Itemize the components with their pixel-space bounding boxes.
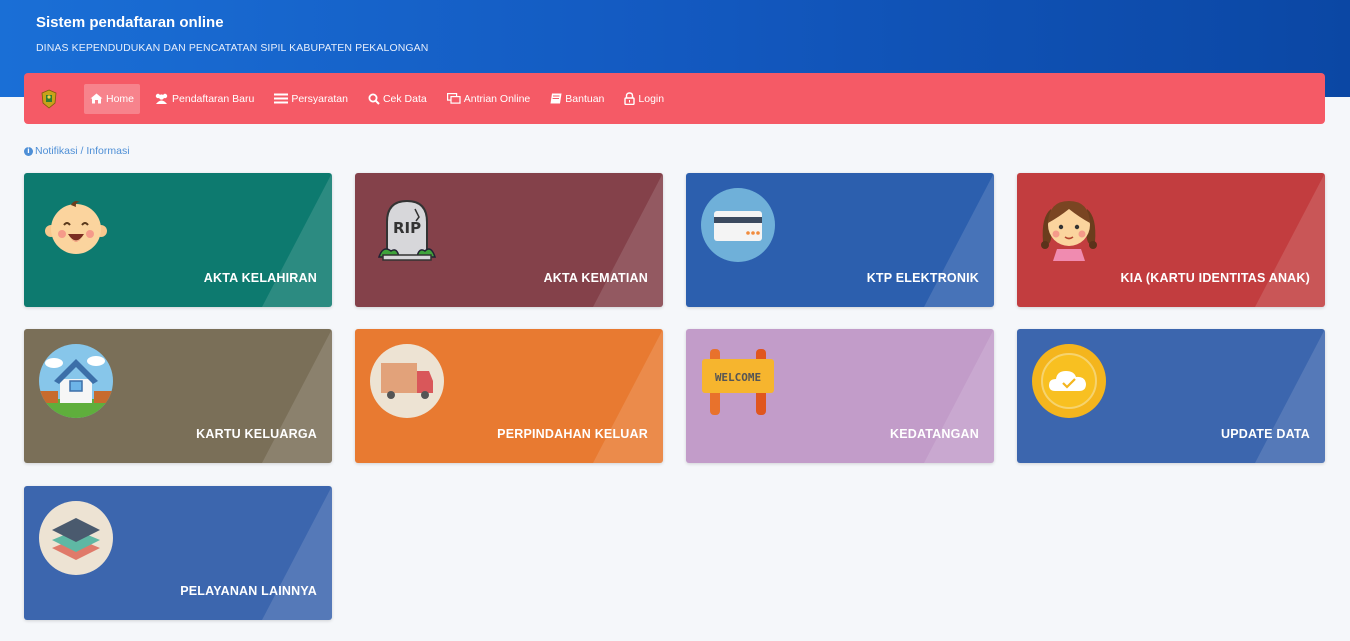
users-icon [155, 93, 168, 104]
info-icon: i [24, 146, 33, 156]
nav-home[interactable]: Home [84, 83, 141, 114]
svg-text:RIP: RIP [393, 219, 421, 237]
nav-persyaratan[interactable]: Persyaratan [268, 84, 354, 114]
logo-icon[interactable] [38, 88, 60, 110]
nav-pendaftaran-baru-label: Pendaftaran Baru [172, 92, 255, 105]
card-label: KTP ELEKTRONIK [866, 271, 979, 285]
nav-antrian-online[interactable]: Antrian Online [441, 84, 537, 114]
card-kartu-keluarga[interactable]: KARTU KELUARGA [24, 329, 332, 463]
book-icon [550, 93, 562, 104]
baby-icon [45, 201, 107, 254]
home-icon [90, 93, 103, 104]
card-label: KARTU KELUARGA [196, 427, 317, 441]
layers-icon [39, 501, 113, 575]
nav-persyaratan-label: Persyaratan [291, 92, 348, 105]
main-navbar: Home Pendaftaran Baru Persyaratan Cek Da… [24, 73, 1325, 124]
card-label: KIA (KARTU IDENTITAS ANAK) [1120, 271, 1310, 285]
card-label: AKTA KELAHIRAN [203, 271, 317, 285]
id-card-icon [701, 188, 775, 262]
nav-antrian-online-label: Antrian Online [463, 92, 531, 105]
tombstone-icon: RIP [377, 199, 437, 261]
card-pelayanan-lainnya[interactable]: PELAYANAN LAINNYA [24, 486, 332, 620]
card-label: PELAYANAN LAINNYA [180, 584, 317, 598]
nav-cek-data[interactable]: Cek Data [362, 84, 433, 114]
welcome-sign-icon: WELCOME [702, 349, 774, 415]
page-title: Sistem pendaftaran online [36, 14, 224, 31]
card-kedatangan[interactable]: WELCOME KEDATANGAN [686, 329, 994, 463]
card-label: KEDATANGAN [889, 427, 979, 441]
nav-home-label: Home [106, 92, 135, 105]
card-ktp-elektronik[interactable]: KTP ELEKTRONIK [686, 173, 994, 307]
nav-login-label: Login [638, 92, 665, 105]
search-icon [368, 93, 380, 105]
page-subtitle: DINAS KEPENDUDUKAN DAN PENCATATAN SIPIL … [36, 42, 429, 54]
notification-info[interactable]: i Notifikasi / Informasi [24, 145, 130, 157]
list-icon [274, 93, 289, 104]
card-akta-kelahiran[interactable]: AKTA KELAHIRAN [24, 173, 332, 307]
truck-icon [370, 344, 444, 418]
nav-login[interactable]: Login [618, 84, 670, 114]
nav-pendaftaran-baru[interactable]: Pendaftaran Baru [148, 84, 260, 114]
card-akta-kematian[interactable]: RIP AKTA KEMATIAN [355, 173, 663, 307]
card-label: AKTA KEMATIAN [543, 271, 648, 285]
card-label: UPDATE DATA [1221, 427, 1310, 441]
lock-icon [624, 92, 636, 105]
house-icon [39, 344, 113, 418]
nav-bantuan-label: Bantuan [565, 92, 605, 105]
girl-icon [1041, 201, 1097, 261]
notification-info-label: Notifikasi / Informasi [35, 145, 130, 157]
card-update-data[interactable]: UPDATE DATA [1017, 329, 1325, 463]
card-perpindahan-keluar[interactable]: PERPINDAHAN KELUAR [355, 329, 663, 463]
cloud-check-icon [1032, 344, 1106, 418]
nav-cek-data-label: Cek Data [382, 92, 427, 105]
nav-bantuan[interactable]: Bantuan [544, 84, 610, 114]
queue-icon [446, 93, 461, 104]
svg-text:WELCOME: WELCOME [715, 371, 761, 384]
card-label: PERPINDAHAN KELUAR [497, 427, 648, 441]
card-kia[interactable]: KIA (KARTU IDENTITAS ANAK) [1017, 173, 1325, 307]
